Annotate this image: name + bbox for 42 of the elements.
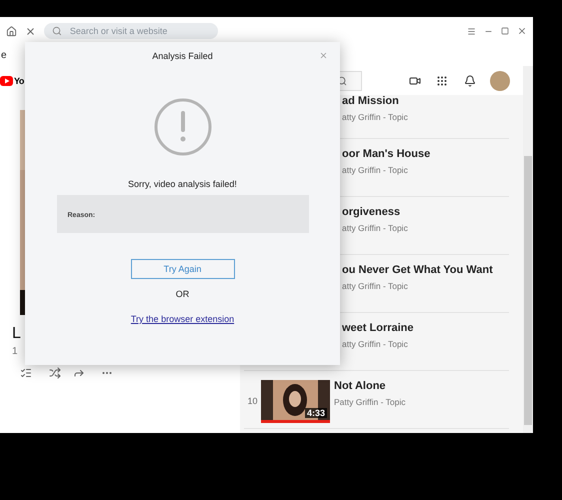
logo-text: Yo [14,76,24,86]
playlist-add-icon[interactable] [20,367,32,379]
track-number: 10 [246,396,258,406]
song-title: orgiveness [342,206,402,218]
close-button[interactable] [319,51,328,60]
song-title: ad Mission [342,95,400,107]
channel-name: atty Griffin - Topic [342,281,409,291]
channel-name: atty Griffin - Topic [342,339,409,349]
search-icon [52,26,62,36]
video-meta: 1 [12,346,18,357]
avatar[interactable] [490,70,510,90]
grid-icon[interactable] [436,74,448,86]
or-text: OR [176,289,190,299]
extension-link[interactable]: Try the browser extension [130,314,234,324]
video-camera-icon[interactable] [408,74,421,86]
dialog-title: Analysis Failed [152,51,213,61]
page-text: e [1,50,7,61]
try-again-button[interactable]: Try Again [130,259,234,279]
home-button[interactable] [6,26,17,36]
error-message: Sorry, video analysis failed! [128,179,237,189]
channel-name: atty Griffin - Topic [342,223,408,233]
channel-name: Patty Griffin - Topic [334,397,406,407]
duration-label: 4:33 [304,408,327,418]
song-title: weet Lorraine [342,322,414,334]
alert-icon [154,98,212,156]
scrollbar[interactable] [523,66,533,433]
maximize-button[interactable] [501,27,509,35]
close-button[interactable] [25,26,36,36]
song-title: Not Alone [334,380,387,392]
song-title: ou Never Get What You Want [342,264,493,276]
playlist-row[interactable]: 10 4:33 Not Alone Patty Griffin - Topic [244,371,509,429]
menu-button[interactable] [467,26,476,36]
close-button[interactable] [517,26,527,36]
video-title: L [12,325,21,343]
shuffle-icon[interactable] [49,367,61,379]
share-icon[interactable] [73,367,85,379]
address-field[interactable]: Search or visit a website [68,25,210,37]
song-title: oor Man's House [342,148,430,160]
bell-icon[interactable] [464,74,476,86]
channel-name: atty Griffin - Topic [342,165,409,175]
channel-name: atty Griffin - Topic [342,112,408,122]
address-bar[interactable]: Search or visit a website [44,23,218,39]
